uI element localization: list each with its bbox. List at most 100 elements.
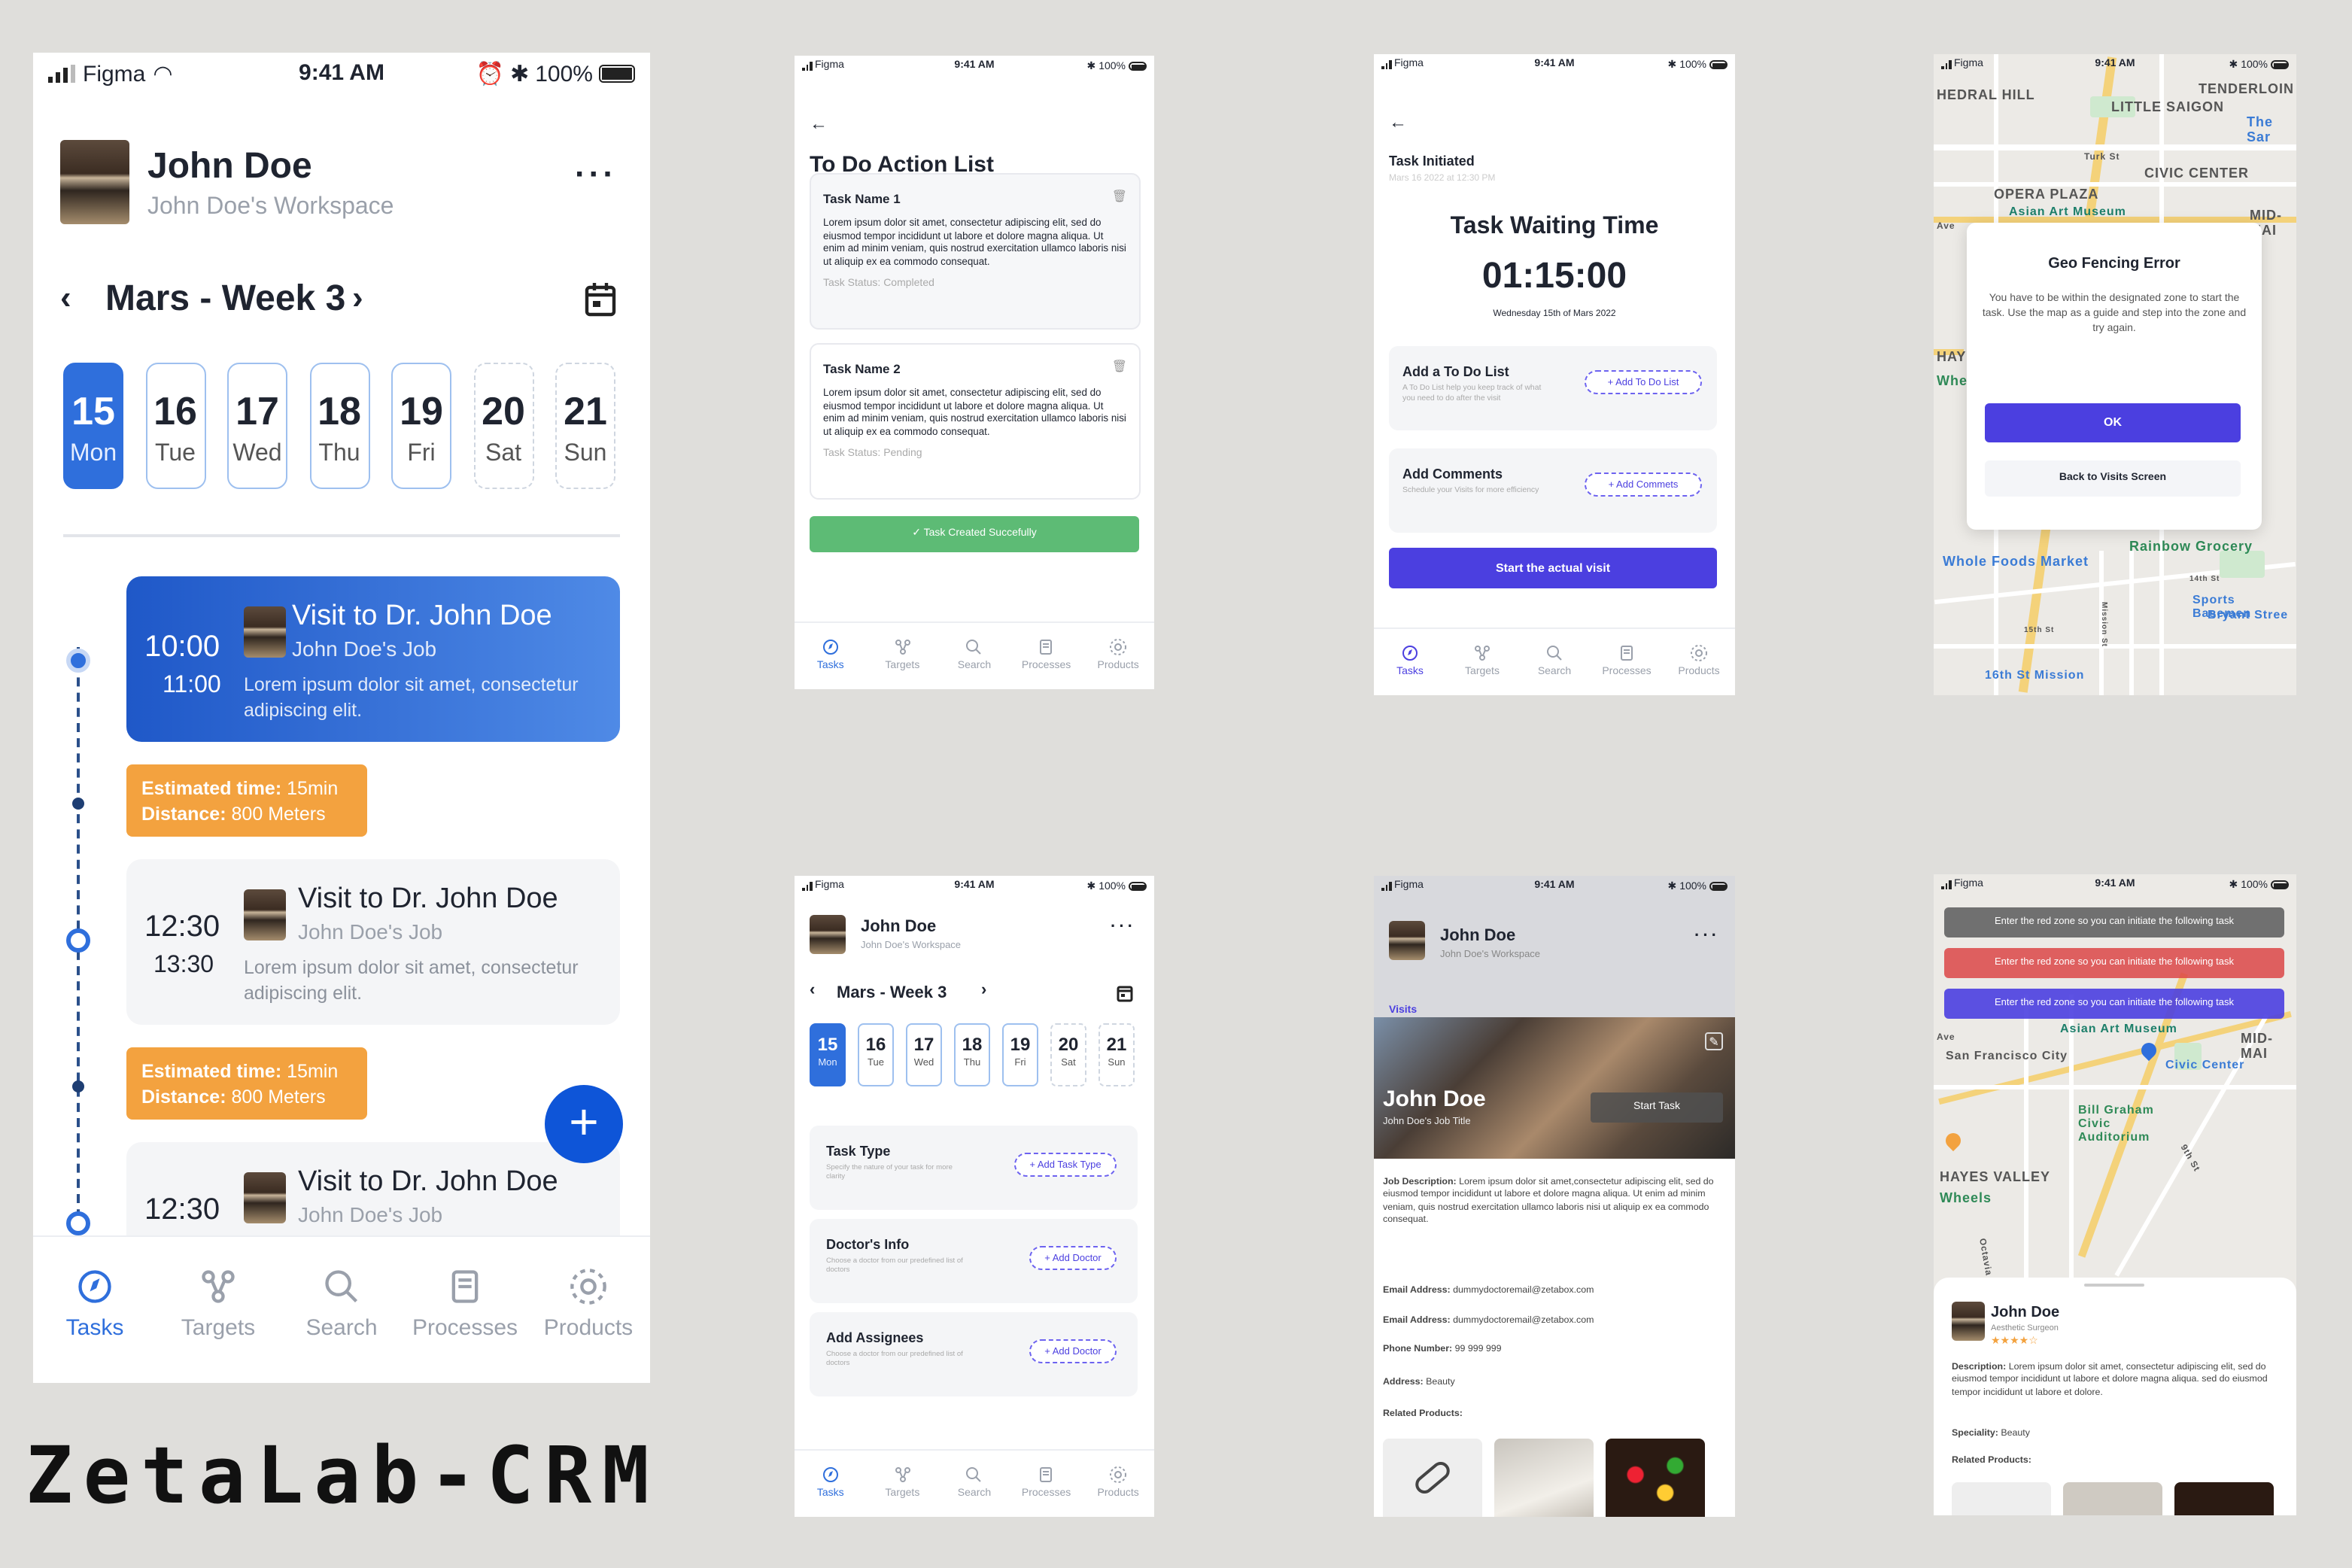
tab-search[interactable]: Search (281, 1267, 402, 1383)
tab-targets[interactable]: Targets (1452, 644, 1512, 695)
day-wed[interactable]: 17 Wed (227, 363, 287, 489)
tab-label: Search (1537, 667, 1572, 677)
task-field-block: Add Assignees Choose a doctor from our pr… (810, 1312, 1138, 1396)
start-task-button[interactable]: Start Task (1591, 1092, 1723, 1123)
day-fri[interactable]: 19 Fri (391, 363, 451, 489)
visit-job: John Doe's Job (298, 919, 443, 944)
pin-icon[interactable] (1942, 1129, 1965, 1152)
start-visit-button[interactable]: Start the actual visit (1389, 548, 1717, 588)
map-label: HAY (1937, 349, 1967, 364)
delete-icon[interactable]: 🗑 (1112, 190, 1127, 203)
day-weekday: Thu (963, 1058, 981, 1068)
doctor-role: Aesthetic Surgeon (1991, 1324, 2059, 1333)
day-wed[interactable]: 17 Wed (906, 1023, 942, 1086)
more-icon[interactable]: ··· (1111, 918, 1136, 936)
calendar-icon[interactable] (1117, 984, 1133, 1002)
avatar[interactable] (60, 140, 129, 224)
tab-search[interactable]: Search (944, 638, 1004, 689)
tab-tasks[interactable]: Tasks (35, 1267, 155, 1383)
day-tue[interactable]: 16 Tue (145, 363, 205, 489)
next-week-icon[interactable]: › (352, 278, 363, 318)
status-right: ✱100% (1667, 59, 1728, 71)
product-card[interactable] (2174, 1482, 2274, 1515)
tab-processes[interactable]: Processes (1016, 638, 1077, 689)
day-mon[interactable]: 15 Mon (810, 1023, 846, 1086)
day-weekday: Wed (232, 441, 282, 466)
back-to-visits-button[interactable]: Back to Visits Screen (1985, 460, 2241, 497)
day-sun[interactable]: 21 Sun (555, 363, 615, 489)
next-week-icon[interactable]: › (981, 981, 986, 999)
day-thu[interactable]: 18 Thu (954, 1023, 990, 1086)
map-label: Ave (1937, 1034, 1955, 1043)
map-label: Asian Art Museum (2009, 205, 2126, 218)
day-fri[interactable]: 19 Fri (1002, 1023, 1038, 1086)
tab-label: Products (1097, 661, 1139, 671)
visit-card-active[interactable]: 10:00 11:00 Visit to Dr. John Doe John D… (126, 576, 620, 742)
tab-products[interactable]: Products (1669, 644, 1729, 695)
task-status-label: Task Status: (823, 278, 881, 290)
day-sat[interactable]: 20 Sat (473, 363, 533, 489)
map-label: Wheels (1940, 1190, 1992, 1205)
battery-icon (1709, 882, 1728, 891)
avatar[interactable] (810, 915, 846, 954)
tab-products[interactable]: Products (1088, 1466, 1148, 1517)
bluetooth-icon: ✱ (2229, 880, 2238, 891)
add-comments-button[interactable]: + Add Commets (1585, 473, 1702, 497)
doctor-description: Description: Lorem ipsum dolor sit amet,… (1952, 1362, 2280, 1399)
avatar[interactable] (1389, 921, 1425, 960)
tab-search[interactable]: Search (944, 1466, 1004, 1517)
add-field-button[interactable]: + Add Doctor (1029, 1246, 1117, 1270)
todo-block: Add a To Do List A To Do List help you k… (1389, 346, 1717, 430)
add-todo-button[interactable]: + Add To Do List (1585, 370, 1702, 394)
product-card[interactable] (1494, 1439, 1594, 1517)
tab-targets[interactable]: Targets (872, 1466, 932, 1517)
desc-label: Description: (1952, 1362, 2007, 1372)
day-tue[interactable]: 16 Tue (858, 1023, 894, 1086)
tab-tasks[interactable]: Tasks (801, 638, 861, 689)
task-card[interactable]: Task Name 1 🗑 Lorem ipsum dolor sit amet… (810, 173, 1141, 330)
screen-geo-error: HEDRAL HILL LITTLE SAIGON TENDERLOIN The… (1934, 54, 2296, 695)
tab-processes[interactable]: Processes (1016, 1466, 1077, 1517)
email-row: Email Address: dummydoctoremail@zetabox.… (1383, 1285, 1594, 1296)
tab-processes[interactable]: Processes (1597, 644, 1657, 695)
visits-tab[interactable]: Visits (1389, 1005, 1417, 1016)
back-icon[interactable]: ← (810, 113, 828, 134)
more-icon[interactable]: ··· (575, 155, 617, 194)
day-mon[interactable]: 15 Mon (63, 363, 123, 489)
add-visit-button[interactable]: + (545, 1085, 623, 1163)
day-sun[interactable]: 21 Sun (1099, 1023, 1135, 1086)
product-card[interactable] (2063, 1482, 2162, 1515)
delete-icon[interactable]: 🗑 (1112, 360, 1127, 373)
add-field-button[interactable]: + Add Task Type (1014, 1153, 1117, 1177)
visit-card[interactable]: 12:30 13:30 Visit to Dr. John Doe John D… (126, 859, 620, 1025)
prev-week-icon[interactable]: ‹ (60, 278, 71, 318)
prev-week-icon[interactable]: ‹ (810, 981, 815, 999)
tab-search[interactable]: Search (1524, 644, 1585, 695)
tab-processes[interactable]: Processes (405, 1267, 525, 1383)
tab-targets[interactable]: Targets (158, 1267, 278, 1383)
tab-targets[interactable]: Targets (872, 638, 932, 689)
compass-icon (78, 1270, 111, 1303)
edit-icon[interactable]: ✎ (1705, 1032, 1723, 1050)
more-icon[interactable]: ··· (1694, 927, 1720, 945)
day-sat[interactable]: 20 Sat (1050, 1023, 1086, 1086)
add-field-button[interactable]: + Add Doctor (1029, 1339, 1117, 1363)
estimate-time-label: Estimated time: (141, 1061, 282, 1082)
day-thu[interactable]: 18 Thu (309, 363, 369, 489)
tab-products[interactable]: Products (1088, 638, 1148, 689)
tab-products[interactable]: Products (528, 1267, 649, 1383)
calendar-icon[interactable] (584, 281, 617, 318)
compass-icon (1402, 646, 1418, 661)
back-icon[interactable]: ← (1389, 111, 1407, 132)
battery-percent: 100% (1099, 881, 1126, 892)
ok-button[interactable]: OK (1985, 403, 2241, 442)
task-card[interactable]: Task Name 2 🗑 Lorem ipsum dolor sit amet… (810, 343, 1141, 500)
timeline-dot (66, 928, 90, 953)
email-label: Email Address: (1383, 1285, 1451, 1296)
product-card[interactable] (1383, 1439, 1482, 1517)
tab-tasks[interactable]: Tasks (1380, 644, 1440, 695)
sheet-handle[interactable] (2084, 1284, 2144, 1287)
tab-tasks[interactable]: Tasks (801, 1466, 861, 1517)
product-card[interactable] (1952, 1482, 2051, 1515)
product-card[interactable] (1606, 1439, 1705, 1517)
